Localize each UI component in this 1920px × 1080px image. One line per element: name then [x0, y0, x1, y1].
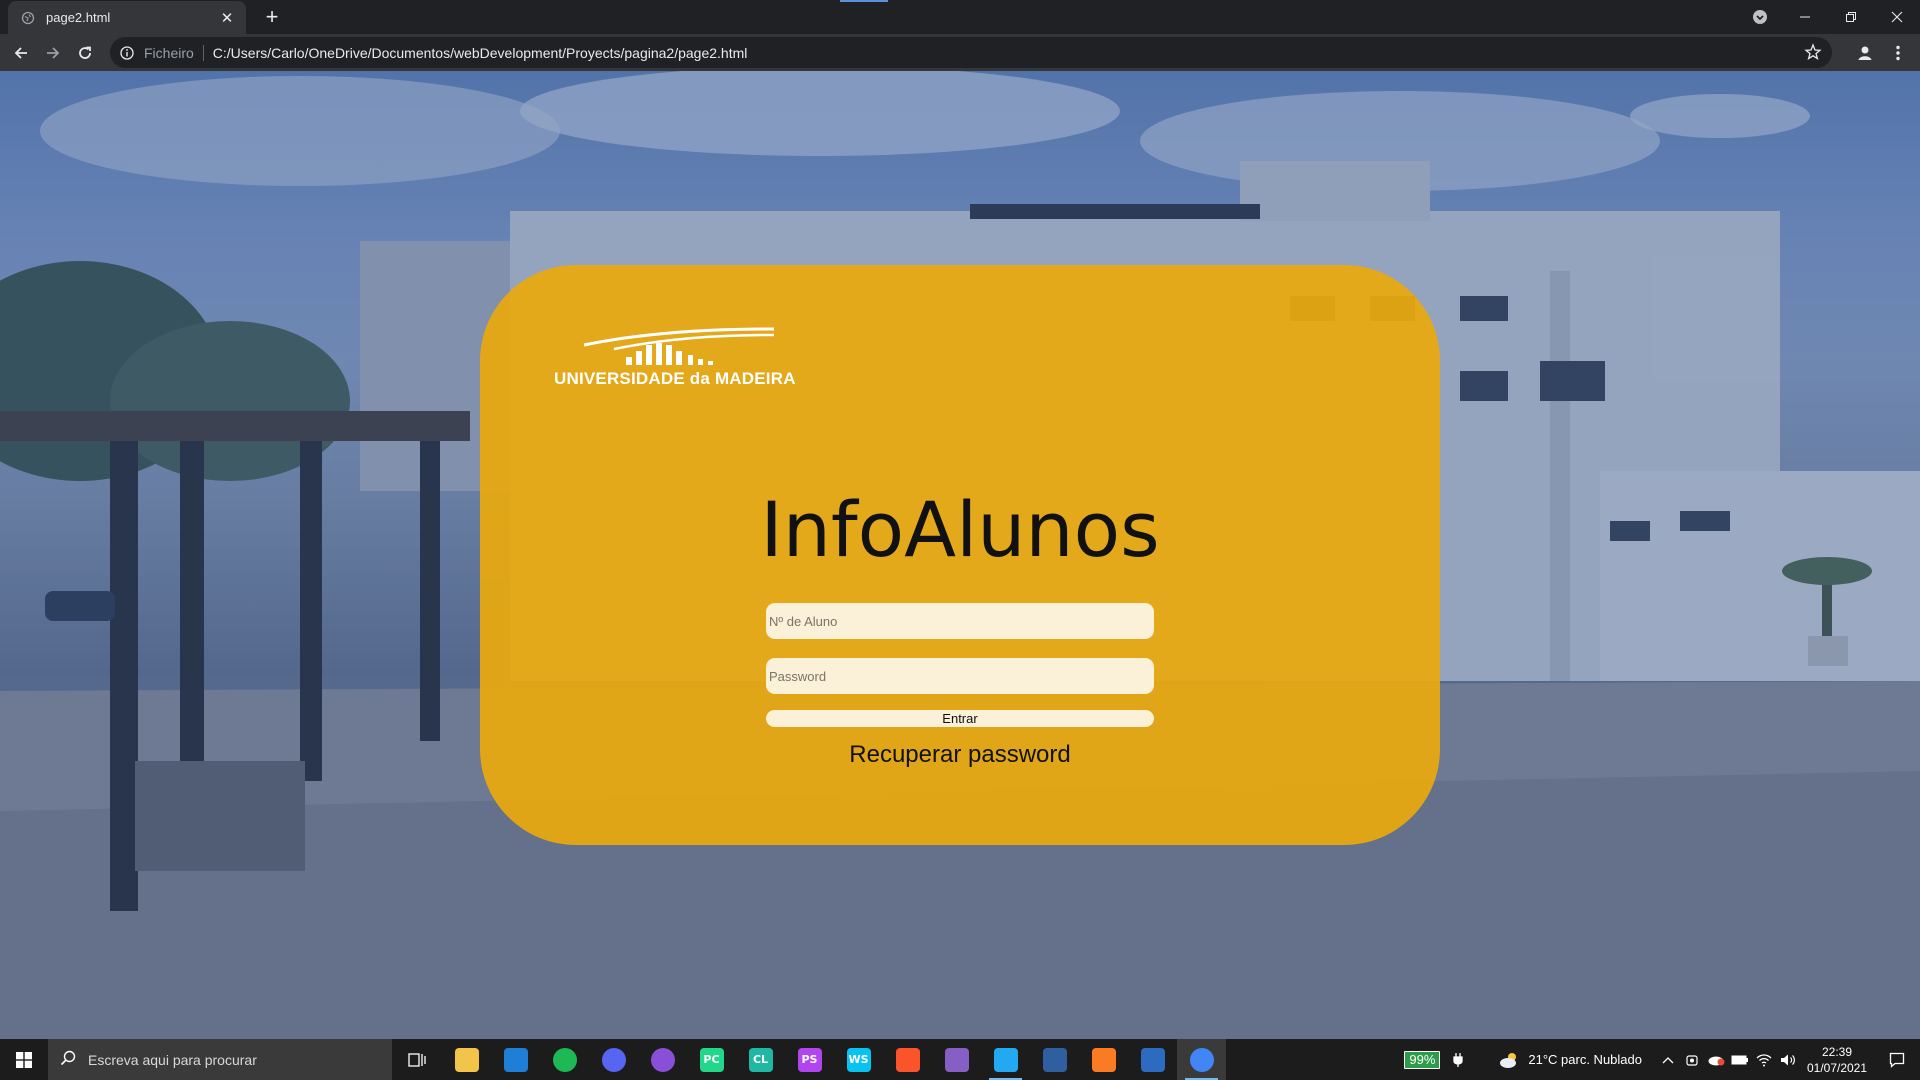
task-view-icon: [408, 1052, 426, 1067]
clion-icon: CL: [748, 1047, 773, 1072]
tab-indicator: [840, 0, 888, 2]
xampp-icon: [1091, 1047, 1116, 1072]
login-card: UNIVERSIDADE da MADEIRA InfoAlunos Entra…: [480, 265, 1440, 845]
taskbar-search[interactable]: Escreva aqui para procurar: [48, 1039, 392, 1080]
close-window-button[interactable]: [1874, 0, 1920, 34]
search-placeholder: Escreva aqui para procurar: [88, 1051, 257, 1068]
power-plug-icon: [1446, 1039, 1470, 1080]
weather-cloud-sun-icon[interactable]: [1498, 1039, 1522, 1080]
tab-search-icon[interactable]: [1737, 0, 1783, 34]
tab-title: page2.html: [46, 10, 111, 25]
network-app-icon: [1042, 1047, 1067, 1072]
onedrive-icon[interactable]: [1704, 1039, 1728, 1080]
taskbar-app-pycharm[interactable]: PC: [687, 1039, 736, 1080]
taskbar-app-spotify[interactable]: [540, 1039, 589, 1080]
browser-menu-icon[interactable]: [1882, 37, 1914, 69]
spotify-icon: [552, 1047, 577, 1072]
address-divider: [202, 44, 204, 61]
page-title: InfoAlunos: [760, 485, 1160, 574]
taskbar-app-chrome[interactable]: [1177, 1039, 1226, 1080]
discord-icon: [601, 1047, 626, 1072]
browser-toolbar: Ficheiro C:/Users/Carlo/OneDrive/Documen…: [0, 34, 1920, 71]
bookmark-star-icon[interactable]: [1804, 43, 1822, 64]
system-clock[interactable]: 22:39 01/07/2021: [1800, 1044, 1874, 1076]
taskbar-app-powershell[interactable]: [1128, 1039, 1177, 1080]
brave-icon: [895, 1047, 920, 1072]
university-logo: UNIVERSIDADE da MADEIRA: [554, 325, 796, 395]
system-tray: 99% 21°C parc. Nublado 22:39 01/07/2021: [1404, 1039, 1920, 1080]
pinned-apps: PC CL PS WS: [442, 1039, 1226, 1080]
notification-icon[interactable]: [1874, 1039, 1920, 1080]
taskbar-app-discord[interactable]: [589, 1039, 638, 1080]
info-icon[interactable]: [118, 44, 136, 62]
wifi-icon[interactable]: [1752, 1039, 1776, 1080]
taskbar-app-clion[interactable]: CL: [736, 1039, 785, 1080]
clock-date: 01/07/2021: [1806, 1060, 1868, 1075]
battery-indicator[interactable]: 99%: [1404, 1050, 1441, 1069]
phpstorm-icon: PS: [797, 1047, 822, 1072]
visual-studio-icon: [944, 1047, 969, 1072]
taskbar-app-phpstorm[interactable]: PS: [785, 1039, 834, 1080]
taskbar-app-github-desktop[interactable]: [638, 1039, 687, 1080]
file-explorer-icon: [454, 1047, 479, 1072]
globe-icon: [20, 10, 36, 26]
github-desktop-icon: [650, 1047, 675, 1072]
student-number-input[interactable]: [766, 603, 1154, 639]
taskbar-app-mail[interactable]: [491, 1039, 540, 1080]
battery-icon[interactable]: [1728, 1039, 1752, 1080]
weather-text[interactable]: 21°C parc. Nublado: [1528, 1052, 1642, 1067]
back-button[interactable]: [5, 37, 37, 69]
login-button[interactable]: Entrar: [766, 710, 1154, 727]
taskbar-app-xampp[interactable]: [1079, 1039, 1128, 1080]
windows-logo-icon: [16, 1051, 32, 1068]
taskbar-app-visual-studio[interactable]: [932, 1039, 981, 1080]
scheme-label: Ficheiro: [144, 44, 194, 61]
browser-tab[interactable]: page2.html ✕: [8, 1, 246, 34]
taskbar-app-vscode[interactable]: [981, 1039, 1030, 1080]
url-text[interactable]: C:/Users/Carlo/OneDrive/Documentos/webDe…: [213, 45, 748, 61]
vscode-icon: [993, 1047, 1018, 1072]
taskbar-app-brave[interactable]: [883, 1039, 932, 1080]
forward-button[interactable]: [37, 37, 69, 69]
meet-now-icon[interactable]: [1680, 1039, 1704, 1080]
mail-icon: [503, 1047, 528, 1072]
recover-password-link[interactable]: Recuperar password: [480, 741, 1440, 769]
password-input[interactable]: [766, 658, 1154, 694]
volume-icon[interactable]: [1776, 1039, 1800, 1080]
start-button[interactable]: [0, 1039, 48, 1080]
address-bar[interactable]: Ficheiro C:/Users/Carlo/OneDrive/Documen…: [110, 37, 1832, 68]
browser-tabstrip: page2.html ✕ +: [0, 0, 1920, 34]
profile-icon[interactable]: [1849, 37, 1881, 69]
clock-time: 22:39: [1821, 1044, 1853, 1059]
new-tab-button[interactable]: +: [260, 6, 284, 30]
pycharm-icon: PC: [699, 1047, 724, 1072]
reload-button[interactable]: [69, 37, 101, 69]
chrome-icon: [1189, 1047, 1214, 1072]
chevron-up-icon[interactable]: [1656, 1039, 1680, 1080]
taskbar-app-webstorm[interactable]: WS: [834, 1039, 883, 1080]
taskbar-app-file-explorer[interactable]: [442, 1039, 491, 1080]
taskbar-app-network-app[interactable]: [1030, 1039, 1079, 1080]
webstorm-icon: WS: [846, 1047, 871, 1072]
close-tab-icon[interactable]: ✕: [218, 9, 236, 27]
task-view-button[interactable]: [392, 1039, 442, 1080]
university-logo-text: UNIVERSIDADE da MADEIRA: [554, 369, 796, 388]
powershell-icon: [1140, 1047, 1165, 1072]
taskbar: Escreva aqui para procurar PC CL PS WS 99% …: [0, 1039, 1920, 1080]
search-icon: [60, 1050, 76, 1069]
page-viewport: UNIVERSIDADE da MADEIRA InfoAlunos Entra…: [0, 71, 1920, 1039]
university-logo-mark: [583, 327, 775, 365]
minimize-button[interactable]: [1782, 0, 1828, 34]
restore-button[interactable]: [1828, 0, 1874, 34]
